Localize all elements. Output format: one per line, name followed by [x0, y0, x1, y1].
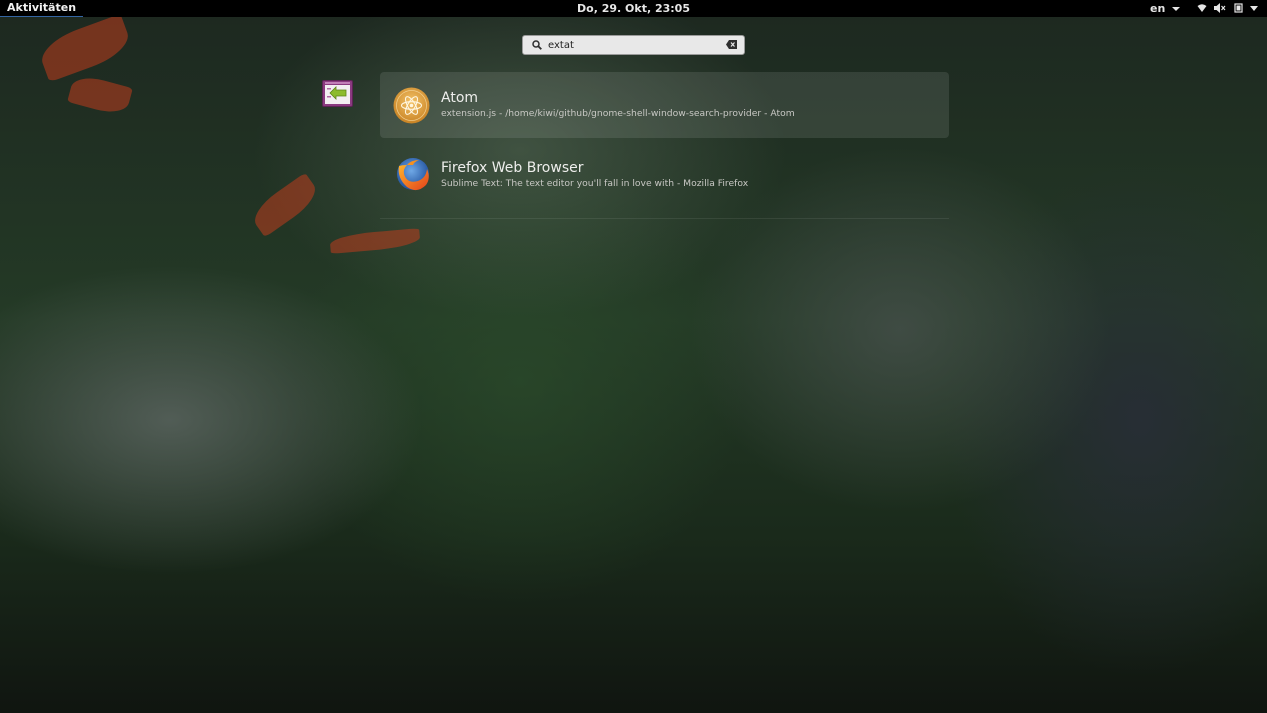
- system-menu-arrow-icon[interactable]: [1250, 6, 1258, 12]
- background-wallpaper: [35, 13, 135, 83]
- volume-muted-icon[interactable]: [1214, 3, 1226, 13]
- result-title: Atom: [441, 90, 479, 106]
- search-result-firefox[interactable]: Firefox Web Browser Sublime Text: The te…: [380, 142, 949, 208]
- search-input[interactable]: [548, 38, 718, 53]
- keyboard-layout-label: en: [1150, 2, 1166, 15]
- keyboard-layout-button[interactable]: en: [1150, 0, 1181, 17]
- search-result-atom[interactable]: Atom extension.js - /home/kiwi/github/gn…: [380, 72, 949, 138]
- clock-area: Do, 29. Okt, 23:05: [0, 0, 1267, 17]
- top-bar: Aktivitäten Do, 29. Okt, 23:05 en: [0, 0, 1267, 17]
- background-wallpaper: [329, 228, 421, 254]
- results-separator: [380, 218, 949, 219]
- result-description: extension.js - /home/kiwi/github/gnome-s…: [441, 108, 795, 119]
- battery-icon[interactable]: [1234, 3, 1244, 13]
- background-wallpaper: [247, 172, 323, 238]
- activities-button[interactable]: Aktivitäten: [0, 0, 84, 17]
- clock-button[interactable]: Do, 29. Okt, 23:05: [577, 2, 690, 15]
- result-description: Sublime Text: The text editor you'll fal…: [441, 178, 749, 189]
- atom-icon: [393, 87, 430, 124]
- clear-icon[interactable]: [726, 40, 737, 49]
- result-title: Firefox Web Browser: [441, 160, 584, 176]
- firefox-icon: [397, 158, 429, 191]
- search-icon: [532, 40, 542, 50]
- background-wallpaper: [67, 72, 133, 118]
- chevron-down-icon: [1172, 7, 1181, 11]
- search-box[interactable]: [522, 35, 745, 55]
- window-switch-icon[interactable]: [322, 80, 353, 107]
- wifi-icon[interactable]: [1197, 3, 1207, 13]
